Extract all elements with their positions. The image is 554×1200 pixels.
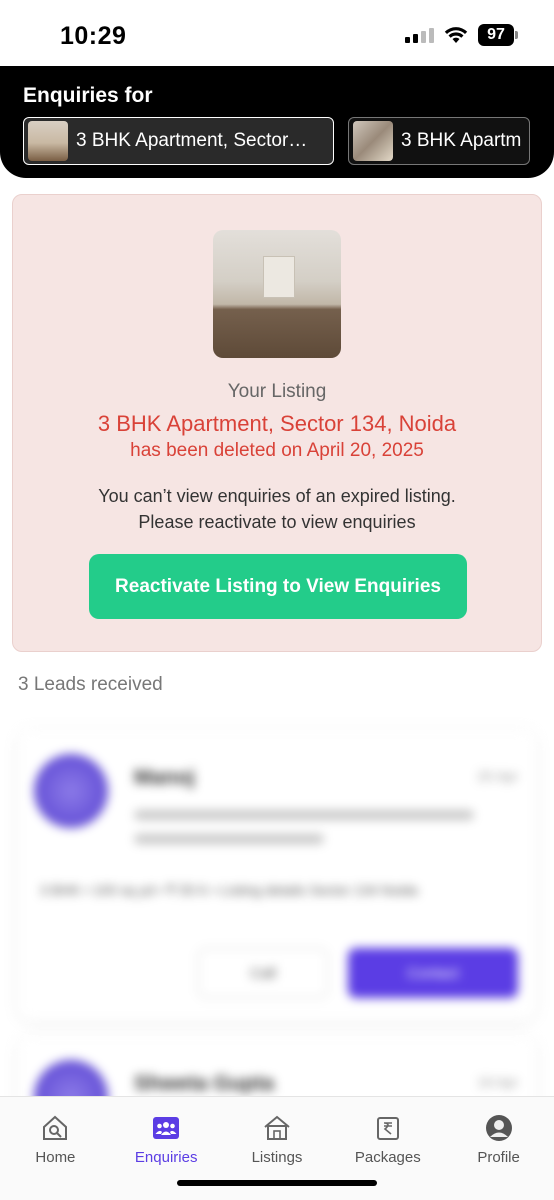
enquiries-header: Enquiries for 3 BHK Apartment, Sector… 3… bbox=[0, 66, 554, 178]
lead-detail: 3 BHK • 100 sq yd • ₹ 55 K • Listing det… bbox=[40, 882, 418, 898]
lead-call-button: Call bbox=[198, 948, 328, 998]
lead-date: 20 Apr bbox=[477, 768, 518, 784]
status-time: 10:29 bbox=[60, 22, 127, 50]
expired-message: You can’t view enquiries of an expired l… bbox=[53, 483, 501, 535]
listing-thumbnail bbox=[353, 121, 393, 161]
home-indicator[interactable] bbox=[177, 1180, 377, 1186]
nav-item-profile[interactable]: Profile bbox=[443, 1097, 554, 1200]
rupee-document-icon bbox=[376, 1117, 399, 1140]
your-listing-label: Your Listing bbox=[227, 381, 327, 402]
user-avatar-icon bbox=[485, 1115, 512, 1141]
lead-name: Shweta Gupta bbox=[134, 1072, 275, 1095]
wifi-icon bbox=[444, 27, 468, 43]
status-bar: 10:29 97 bbox=[0, 0, 554, 66]
nav-label: Profile bbox=[477, 1149, 520, 1166]
lead-text-line bbox=[134, 834, 324, 844]
listing-chip-row[interactable]: 3 BHK Apartment, Sector… 3 BHK Apartm bbox=[23, 117, 531, 165]
nav-label: Packages bbox=[354, 1149, 421, 1166]
lead-date: 19 Apr bbox=[477, 1074, 518, 1090]
home-search-icon bbox=[43, 1115, 68, 1140]
reactivate-listing-button[interactable]: Reactivate Listing to View Enquiries bbox=[89, 554, 467, 619]
header-title: Enquiries for bbox=[23, 84, 153, 107]
deleted-date-text: has been deleted on April 20, 2025 bbox=[130, 440, 424, 461]
cellular-signal-icon bbox=[405, 27, 434, 43]
status-icons: 97 bbox=[405, 24, 518, 46]
nav-label: Listings bbox=[251, 1149, 303, 1166]
people-group-icon bbox=[153, 1117, 180, 1139]
listing-chip[interactable]: 3 BHK Apartm bbox=[348, 117, 531, 165]
listing-photo-detail bbox=[263, 256, 295, 298]
lead-name: Manoj bbox=[134, 766, 195, 789]
listing-title: 3 BHK Apartment, Sector 134, Noida bbox=[97, 411, 457, 436]
expired-listing-card: Your Listing 3 BHK Apartment, Sector 134… bbox=[12, 194, 542, 652]
lead-text-line bbox=[134, 810, 474, 820]
listing-thumbnail bbox=[28, 121, 68, 161]
lead-card: Manoj 20 Apr 3 BHK • 100 sq yd • ₹ 55 K … bbox=[18, 730, 536, 1020]
expired-message-line: You can’t view enquiries of an expired l… bbox=[98, 486, 456, 506]
house-icon bbox=[264, 1115, 290, 1140]
listing-chip-selected[interactable]: 3 BHK Apartment, Sector… bbox=[23, 117, 334, 165]
listing-photo bbox=[213, 230, 341, 358]
nav-label: Enquiries bbox=[134, 1149, 198, 1166]
listing-chip-label: 3 BHK Apartm bbox=[401, 130, 522, 151]
expired-message-line: Please reactivate to view enquiries bbox=[138, 512, 416, 532]
lead-avatar bbox=[34, 754, 108, 828]
leads-count: 3 Leads received bbox=[18, 674, 163, 695]
listing-chip-label: 3 BHK Apartment, Sector… bbox=[76, 130, 308, 151]
nav-label: Home bbox=[35, 1149, 76, 1166]
lead-contact-button: Contact bbox=[348, 948, 518, 998]
battery-indicator: 97 bbox=[478, 24, 518, 46]
nav-item-home[interactable]: Home bbox=[0, 1097, 111, 1200]
